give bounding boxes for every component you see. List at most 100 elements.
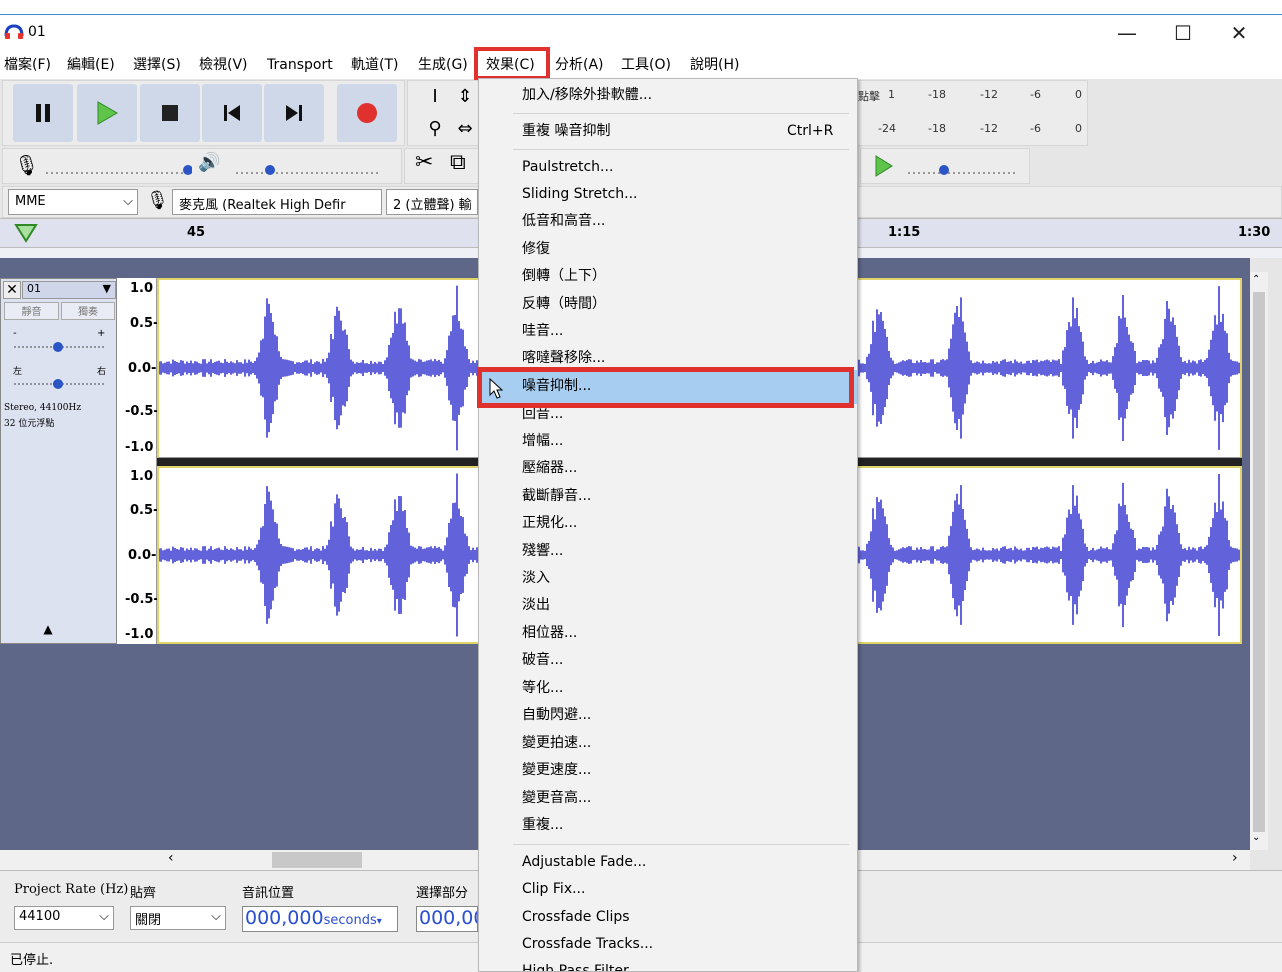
menu-analyze[interactable]: 分析(A): [555, 55, 604, 75]
menu-item-amplify[interactable]: 增幅...: [522, 430, 563, 452]
title-bar: [0, 15, 1282, 51]
timeline-label: 1:15: [888, 225, 921, 240]
menu-item-bass-treble[interactable]: 低音和高音...: [522, 210, 605, 232]
menu-transport[interactable]: Transport: [267, 55, 333, 75]
timeline-label: 1:30: [1238, 225, 1271, 240]
scroll-left-icon[interactable]: ‹: [168, 850, 174, 866]
menu-view[interactable]: 檢視(V): [199, 55, 248, 75]
scale-label: -1.0: [125, 440, 154, 455]
menu-item-shortcut: Ctrl+R: [787, 123, 834, 139]
horizontal-scroll-thumb[interactable]: [272, 852, 362, 868]
skip-start-button[interactable]: [202, 84, 262, 142]
menu-item-repeat[interactable]: 重複...: [522, 814, 563, 836]
project-rate-select[interactable]: 44100 ⌵: [14, 906, 114, 930]
chevron-down-icon: ⌵: [211, 909, 221, 924]
zoom-tool-icon[interactable]: ⚲: [420, 114, 450, 144]
scale-label: 1.0: [130, 281, 154, 296]
menu-item-fade-out[interactable]: 淡出: [522, 594, 550, 616]
menu-item-phaser[interactable]: 相位器...: [522, 622, 577, 644]
menu-item-compressor[interactable]: 壓縮器...: [522, 457, 577, 479]
menu-tools[interactable]: 工具(O): [621, 55, 671, 75]
microphone-icon: 🎙: [146, 190, 169, 211]
audio-host-select[interactable]: MME ⌵: [8, 189, 138, 215]
menu-item-change-speed[interactable]: 變更速度...: [522, 759, 591, 781]
play-meter-tick: 0: [1075, 122, 1082, 135]
scroll-down-icon[interactable]: ⌄: [1252, 832, 1260, 843]
solo-button[interactable]: 獨奏: [61, 302, 115, 320]
speaker-icon: 🔊: [198, 152, 221, 173]
vertical-scrollbar[interactable]: ⌃ ⌄: [1250, 272, 1268, 850]
selection-tool-icon[interactable]: I: [420, 82, 450, 112]
menu-file[interactable]: 檔案(F): [4, 55, 51, 75]
menu-item-reverse[interactable]: 反轉（時間）: [522, 293, 606, 315]
track-pan-slider[interactable]: [10, 376, 110, 394]
stop-button[interactable]: [140, 84, 200, 142]
menu-item-crossfade-clips[interactable]: Crossfade Clips: [522, 906, 630, 928]
menu-item-sliding-stretch[interactable]: Sliding Stretch...: [522, 183, 638, 205]
mouse-cursor-icon: [489, 378, 504, 399]
effect-menu-highlight-box: [474, 47, 550, 80]
audio-position-field[interactable]: 000,000seconds▾: [242, 906, 398, 932]
menu-item-normalize[interactable]: 正規化...: [522, 512, 577, 534]
menu-select[interactable]: 選擇(S): [133, 55, 181, 75]
menu-item-repair[interactable]: 修復: [522, 238, 550, 260]
track-close-button[interactable]: ✕: [3, 281, 21, 299]
menu-item-high-pass-filter[interactable]: High Pass Filter...: [522, 960, 641, 971]
meter-click-label: 點擊: [858, 90, 880, 103]
play-button[interactable]: [77, 84, 137, 142]
menu-item-repeat-noise-reduction[interactable]: 重複 噪音抑制: [522, 120, 610, 142]
snap-select[interactable]: 關閉 ⌵: [130, 906, 226, 930]
menu-generate[interactable]: 生成(G): [418, 55, 468, 75]
menu-edit[interactable]: 編輯(E): [67, 55, 115, 75]
track-gain-slider[interactable]: [10, 336, 110, 354]
menu-item-crossfade-tracks[interactable]: Crossfade Tracks...: [522, 933, 653, 955]
selection-label: 選擇部分: [416, 886, 469, 901]
skip-end-button[interactable]: [264, 84, 324, 142]
menu-item-click-removal[interactable]: 喀噠聲移除...: [522, 347, 605, 369]
input-device-select[interactable]: 麥克風 (Realtek High Defir: [172, 189, 382, 215]
menu-item-adjustable-fade[interactable]: Adjustable Fade...: [522, 851, 646, 873]
record-volume-slider[interactable]: [42, 155, 192, 179]
play-meter-tick: -12: [980, 122, 998, 135]
track-name-button[interactable]: 01 ▼: [22, 281, 116, 299]
play-at-speed-icon[interactable]: [872, 154, 896, 178]
menu-item-invert[interactable]: 倒轉（上下）: [522, 265, 606, 287]
menu-item-paulstretch[interactable]: Paulstretch...: [522, 156, 613, 178]
track-name: 01: [27, 282, 41, 295]
envelope-tool-icon[interactable]: ⇕: [451, 82, 479, 112]
mute-button[interactable]: 靜音: [4, 302, 59, 320]
timeshift-tool-icon[interactable]: ⇔: [451, 114, 479, 144]
menu-help[interactable]: 說明(H): [690, 55, 739, 75]
menu-item-clip-fix[interactable]: Clip Fix...: [522, 878, 585, 900]
scroll-right-icon[interactable]: ›: [1232, 850, 1238, 866]
playback-volume-slider[interactable]: [232, 155, 382, 179]
menu-item-change-tempo[interactable]: 變更拍速...: [522, 732, 591, 754]
menu-item-change-pitch[interactable]: 變更音高...: [522, 787, 591, 809]
menu-item-auto-duck[interactable]: 自動閃避...: [522, 704, 591, 726]
menu-item-equalization[interactable]: 等化...: [522, 677, 563, 699]
speed-slider[interactable]: [904, 155, 1020, 179]
minimize-button[interactable]: —: [1100, 18, 1154, 48]
close-button[interactable]: ✕: [1212, 18, 1266, 48]
menu-item-distortion[interactable]: 破音...: [522, 649, 563, 671]
maximize-button[interactable]: ☐: [1156, 18, 1210, 48]
selection-start-field[interactable]: 000,00: [416, 906, 478, 932]
menu-item-truncate-silence[interactable]: 截斷靜音...: [522, 485, 591, 507]
collapse-track-icon[interactable]: ▲: [0, 622, 96, 644]
timeline-play-head-icon[interactable]: [14, 222, 38, 244]
play-meter-tick: -24: [878, 122, 896, 135]
menu-item-fade-in[interactable]: 淡入: [522, 567, 550, 589]
audio-position-unit: seconds: [323, 913, 377, 928]
cut-icon[interactable]: ✂: [415, 150, 433, 175]
menu-item-add-remove-plugins[interactable]: 加入/移除外掛軟體...: [522, 84, 652, 106]
menu-item-wahwah[interactable]: 哇音...: [522, 320, 563, 342]
audio-position-value: 000,000: [245, 907, 324, 929]
copy-icon[interactable]: ⧉: [450, 150, 466, 175]
pause-button[interactable]: [13, 84, 73, 142]
vertical-scroll-thumb[interactable]: [1253, 292, 1265, 832]
menu-item-reverb[interactable]: 殘響...: [522, 540, 563, 562]
scroll-up-icon[interactable]: ⌃: [1252, 274, 1260, 285]
record-button[interactable]: [337, 84, 397, 142]
channels-select[interactable]: 2 (立體聲) 輸: [386, 189, 478, 215]
menu-tracks[interactable]: 軌道(T): [351, 55, 398, 75]
